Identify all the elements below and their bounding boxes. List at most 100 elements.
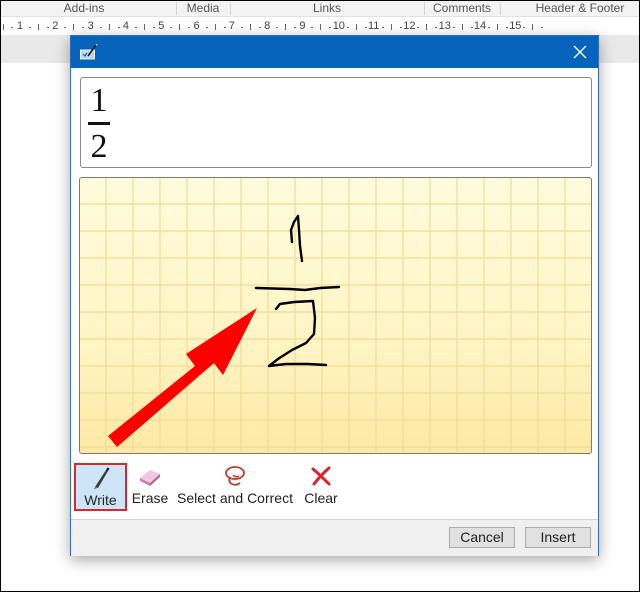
- ruler-mark: [487, 27, 490, 28]
- ruler-number: 2: [52, 20, 59, 32]
- ribbon-group-add-ins: Add-ins: [63, 1, 105, 15]
- ruler-mark: [541, 27, 544, 28]
- ruler-mark: [240, 27, 243, 28]
- fraction-bar: [88, 122, 110, 125]
- ruler-mark: [320, 24, 322, 30]
- ruler-number: 13: [438, 20, 451, 32]
- ruler-mark: [29, 27, 31, 28]
- ruler-mark: [285, 24, 287, 30]
- ruler-mark: [391, 24, 392, 30]
- close-icon: [573, 45, 587, 59]
- ruler-mark: [249, 24, 251, 30]
- ruler-number: 1: [17, 20, 24, 32]
- ruler-number: 4: [122, 20, 130, 32]
- ruler-number: 12: [403, 20, 416, 32]
- ruler-number: 6: [193, 20, 200, 32]
- ruler-mark: [505, 27, 508, 28]
- ribbon-separator: [176, 2, 177, 15]
- ruler-mark: [38, 24, 39, 30]
- ruler-mark: [82, 27, 85, 28]
- red-arrow-annotation: [108, 308, 257, 447]
- ruler-mark: [134, 27, 137, 28]
- ribbon-group-comments: Comments: [432, 1, 491, 15]
- ink-toolbar: Write Erase Select and Correct Clear: [71, 461, 598, 515]
- fraction-denominator: 2: [90, 128, 108, 165]
- cancel-button[interactable]: Cancel: [449, 527, 515, 548]
- insert-button[interactable]: Insert: [525, 527, 591, 548]
- ruler-mark: [214, 24, 216, 30]
- ruler-mark: [426, 24, 428, 30]
- write-tool-label: Write: [84, 492, 117, 508]
- select-and-correct-tool-button[interactable]: Select and Correct: [175, 463, 295, 511]
- ruler-mark: [117, 27, 120, 28]
- ruler-number: 11: [368, 20, 380, 32]
- ruler-mark: [73, 24, 75, 30]
- lasso-icon: [221, 463, 249, 489]
- ruler-mark: [64, 27, 67, 28]
- ruler-number: 7: [228, 20, 235, 32]
- ribbon-group-links: Links: [312, 1, 341, 15]
- select-and-correct-tool-label: Select and Correct: [177, 490, 293, 506]
- ruler-mark: [294, 27, 297, 28]
- write-tool-button[interactable]: Write: [74, 463, 127, 511]
- ruler-mark: [205, 27, 208, 28]
- writing-pad[interactable]: [79, 177, 592, 454]
- ink-stroke-one: [289, 214, 304, 263]
- clear-tool-label: Clear: [304, 490, 338, 506]
- ruler-mark: [11, 27, 13, 28]
- ribbon-group-header-footer: Header & Footer: [535, 1, 625, 15]
- ruler-mark: [311, 27, 314, 28]
- ruler-mark: [452, 27, 455, 28]
- clear-x-icon: [307, 463, 335, 489]
- math-input-icon: [80, 43, 98, 60]
- ruler-mark: [496, 24, 498, 30]
- ink-stroke-two: [267, 299, 328, 368]
- ruler-mark: [99, 27, 102, 28]
- ruler-mark: [382, 27, 384, 28]
- fraction-preview: 1 2: [88, 84, 110, 164]
- ruler-mark: [170, 27, 173, 28]
- ruler-number: 5: [158, 20, 165, 32]
- ruler-mark: [152, 27, 155, 28]
- ruler-mark: [179, 24, 181, 30]
- math-input-dialog: 1 2 Write Erase Select and Correct Clear…: [70, 35, 599, 556]
- pen-icon: [87, 465, 115, 491]
- ruler-number: 3: [87, 20, 94, 32]
- ruler-mark: [523, 27, 526, 28]
- ruler-mark: [276, 27, 279, 28]
- ruler-mark: [532, 24, 534, 30]
- ribbon-separator: [500, 2, 501, 15]
- ribbon-separator: [424, 2, 425, 15]
- ruler-mark: [223, 27, 226, 28]
- ruler-mark: [188, 27, 191, 28]
- ruler-mark: [3, 24, 4, 30]
- ruler-mark: [47, 27, 49, 28]
- ruler-mark: [258, 27, 261, 28]
- ruler-mark: [364, 27, 367, 28]
- clear-tool-button[interactable]: Clear: [300, 463, 342, 511]
- erase-tool-button[interactable]: Erase: [129, 463, 171, 511]
- horizontal-ruler[interactable]: 1 2 3 4 5 6 7 8 9 10 11 12 13 14 15: [0, 18, 640, 35]
- eraser-icon: [136, 463, 164, 489]
- close-button[interactable]: [562, 36, 598, 68]
- handwriting-ink: [108, 214, 341, 447]
- ruler-mark: [461, 24, 463, 30]
- ribbon-separator: [230, 2, 231, 15]
- ruler-mark: [435, 27, 438, 28]
- ruler-mark: [417, 27, 420, 28]
- ruler-number: 9: [299, 20, 306, 32]
- ink-stroke-bar: [254, 285, 341, 292]
- ruler-mark: [470, 27, 473, 28]
- ruler-mark: [355, 24, 357, 30]
- fraction-numerator: 1: [90, 82, 108, 119]
- ribbon-group-media: Media: [186, 1, 220, 15]
- erase-tool-label: Erase: [131, 490, 169, 506]
- ruler-mark: [143, 24, 145, 30]
- dialog-footer: Cancel Insert: [71, 519, 598, 556]
- ruler-mark: [329, 27, 332, 28]
- ruler-number: 15: [509, 20, 522, 32]
- math-preview-area: 1 2: [80, 77, 592, 168]
- ruler-mark: [346, 27, 349, 28]
- ruler-mark: [108, 24, 110, 30]
- dialog-titlebar[interactable]: [71, 36, 598, 68]
